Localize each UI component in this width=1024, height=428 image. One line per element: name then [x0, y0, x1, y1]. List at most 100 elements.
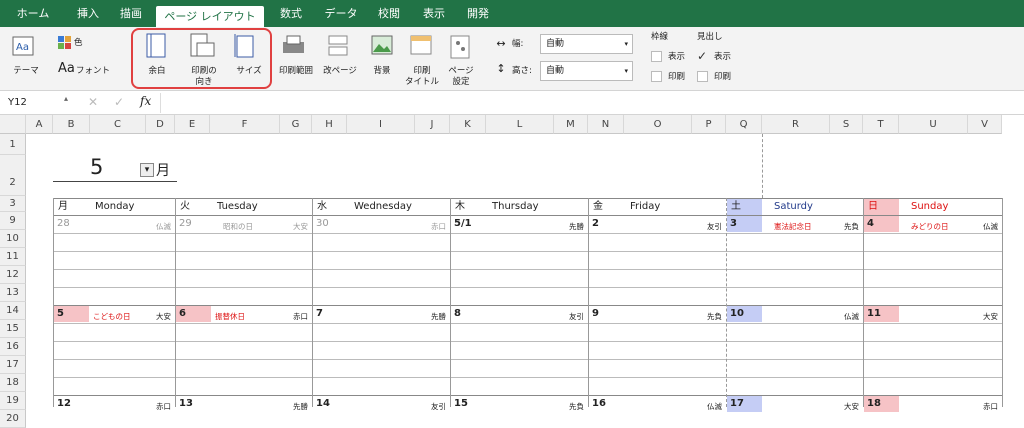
sheet-grid[interactable]: ABCDEFGHIJKLMNOPQRSTUV 1 2 3 9 10 11 12 13 14 15 1… [0, 115, 1024, 428]
column-header-d[interactable]: D [146, 115, 175, 134]
row-header-16[interactable]: 16 [0, 338, 26, 356]
tab-home[interactable]: ホーム [10, 0, 56, 27]
orientation-icon[interactable] [190, 33, 216, 59]
row-header-1[interactable]: 1 [0, 134, 26, 155]
day-number-6[interactable]: 6 [179, 308, 186, 319]
column-header-k[interactable]: K [450, 115, 486, 134]
headings-view-checkbox[interactable]: ✓ [697, 50, 709, 62]
column-header-h[interactable]: H [312, 115, 347, 134]
page-setup-line1[interactable]: ページ [444, 66, 478, 77]
column-header-t[interactable]: T [863, 115, 899, 134]
formula-input[interactable] [160, 93, 1020, 113]
headings-print-checkbox[interactable] [697, 71, 708, 82]
row-header-3[interactable]: 3 [0, 196, 26, 212]
print-area-button[interactable]: 印刷範囲 [276, 66, 316, 77]
row-header-9[interactable]: 9 [0, 212, 26, 230]
fonts-button[interactable]: フォント [76, 66, 116, 77]
orientation-line2[interactable]: 向き [184, 77, 224, 88]
breaks-icon[interactable] [328, 35, 350, 57]
day-number-13[interactable]: 13 [179, 398, 193, 409]
column-header-s[interactable]: S [830, 115, 863, 134]
page-setup-line2[interactable]: 設定 [444, 77, 478, 88]
tab-view[interactable]: 表示 [416, 0, 452, 27]
day-number-10[interactable]: 10 [730, 308, 744, 319]
cancel-icon[interactable]: ✕ [88, 95, 98, 109]
column-header-l[interactable]: L [486, 115, 554, 134]
row-header-17[interactable]: 17 [0, 356, 26, 374]
background-icon[interactable] [371, 35, 393, 57]
row-header-10[interactable]: 10 [0, 230, 26, 248]
row-header-12[interactable]: 12 [0, 266, 26, 284]
day-number-8[interactable]: 8 [454, 308, 461, 319]
width-select[interactable]: 自動 ▾ [540, 34, 633, 54]
day-number-28[interactable]: 28 [57, 218, 70, 229]
tab-insert[interactable]: 挿入 [70, 0, 106, 27]
themes-icon[interactable]: Aa [12, 36, 36, 58]
column-header-q[interactable]: Q [726, 115, 762, 134]
column-header-p[interactable]: P [692, 115, 726, 134]
page-setup-icon[interactable] [450, 35, 472, 59]
themes-button[interactable]: テーマ [8, 66, 44, 77]
column-header-f[interactable]: F [210, 115, 280, 134]
day-number-7[interactable]: 7 [316, 308, 323, 319]
column-header-j[interactable]: J [415, 115, 450, 134]
row-header-20[interactable]: 20 [0, 410, 26, 428]
column-header-a[interactable]: A [26, 115, 53, 134]
margins-icon[interactable] [146, 33, 168, 59]
height-select[interactable]: 自動 ▾ [540, 61, 633, 81]
size-button[interactable]: サイズ [232, 66, 266, 77]
column-header-b[interactable]: B [53, 115, 90, 134]
row-header-11[interactable]: 11 [0, 248, 26, 266]
select-all-corner[interactable] [0, 115, 26, 134]
column-header-c[interactable]: C [90, 115, 146, 134]
day-number-29[interactable]: 29 [179, 218, 192, 229]
day-number-18[interactable]: 18 [867, 398, 881, 409]
day-number-16[interactable]: 16 [592, 398, 606, 409]
day-number-2[interactable]: 2 [592, 218, 599, 229]
column-header-r[interactable]: R [762, 115, 830, 134]
column-header-o[interactable]: O [624, 115, 692, 134]
print-titles-line1[interactable]: 印刷 [402, 66, 442, 77]
day-number-14[interactable]: 14 [316, 398, 330, 409]
size-icon[interactable] [234, 33, 256, 59]
name-box-spinner-icon[interactable]: ▴ [64, 94, 68, 103]
gridlines-view-checkbox[interactable] [651, 51, 662, 62]
column-header-v[interactable]: V [968, 115, 1002, 134]
day-number-17[interactable]: 17 [730, 398, 744, 409]
column-header-u[interactable]: U [899, 115, 968, 134]
orientation-line1[interactable]: 印刷の [184, 66, 224, 77]
day-number-3[interactable]: 3 [730, 218, 737, 229]
function-icon[interactable]: fx [140, 94, 151, 108]
print-titles-line2[interactable]: タイトル [402, 77, 442, 88]
day-number-15[interactable]: 15 [454, 398, 468, 409]
day-number-11[interactable]: 11 [867, 308, 881, 319]
day-number-5/1[interactable]: 5/1 [454, 218, 472, 229]
tab-data[interactable]: データ [320, 0, 362, 27]
day-number-9[interactable]: 9 [592, 308, 599, 319]
row-header-13[interactable]: 13 [0, 284, 26, 302]
gridlines-print-checkbox[interactable] [651, 71, 662, 82]
row-header-2[interactable]: 2 [0, 155, 26, 196]
row-header-15[interactable]: 15 [0, 320, 26, 338]
print-titles-icon[interactable] [410, 35, 434, 57]
row-header-19[interactable]: 19 [0, 392, 26, 410]
tab-review[interactable]: 校閲 [371, 0, 407, 27]
column-header-e[interactable]: E [175, 115, 210, 134]
margins-button[interactable]: 余白 [142, 66, 172, 77]
tab-page-layout[interactable]: ページ レイアウト [156, 6, 264, 27]
enter-icon[interactable]: ✓ [114, 95, 124, 109]
day-number-5[interactable]: 5 [57, 308, 64, 319]
day-number-4[interactable]: 4 [867, 218, 874, 229]
breaks-button[interactable]: 改ページ [320, 66, 360, 77]
row-header-14[interactable]: 14 [0, 302, 26, 320]
column-header-n[interactable]: N [588, 115, 624, 134]
colors-button[interactable]: 色 [74, 38, 98, 49]
row-header-18[interactable]: 18 [0, 374, 26, 392]
tab-formulas[interactable]: 数式 [273, 0, 309, 27]
tab-developer[interactable]: 開発 [460, 0, 496, 27]
print-area-icon[interactable] [282, 35, 306, 57]
tab-draw[interactable]: 描画 [113, 0, 149, 27]
column-header-m[interactable]: M [554, 115, 588, 134]
day-number-12[interactable]: 12 [57, 398, 71, 409]
column-header-g[interactable]: G [280, 115, 312, 134]
